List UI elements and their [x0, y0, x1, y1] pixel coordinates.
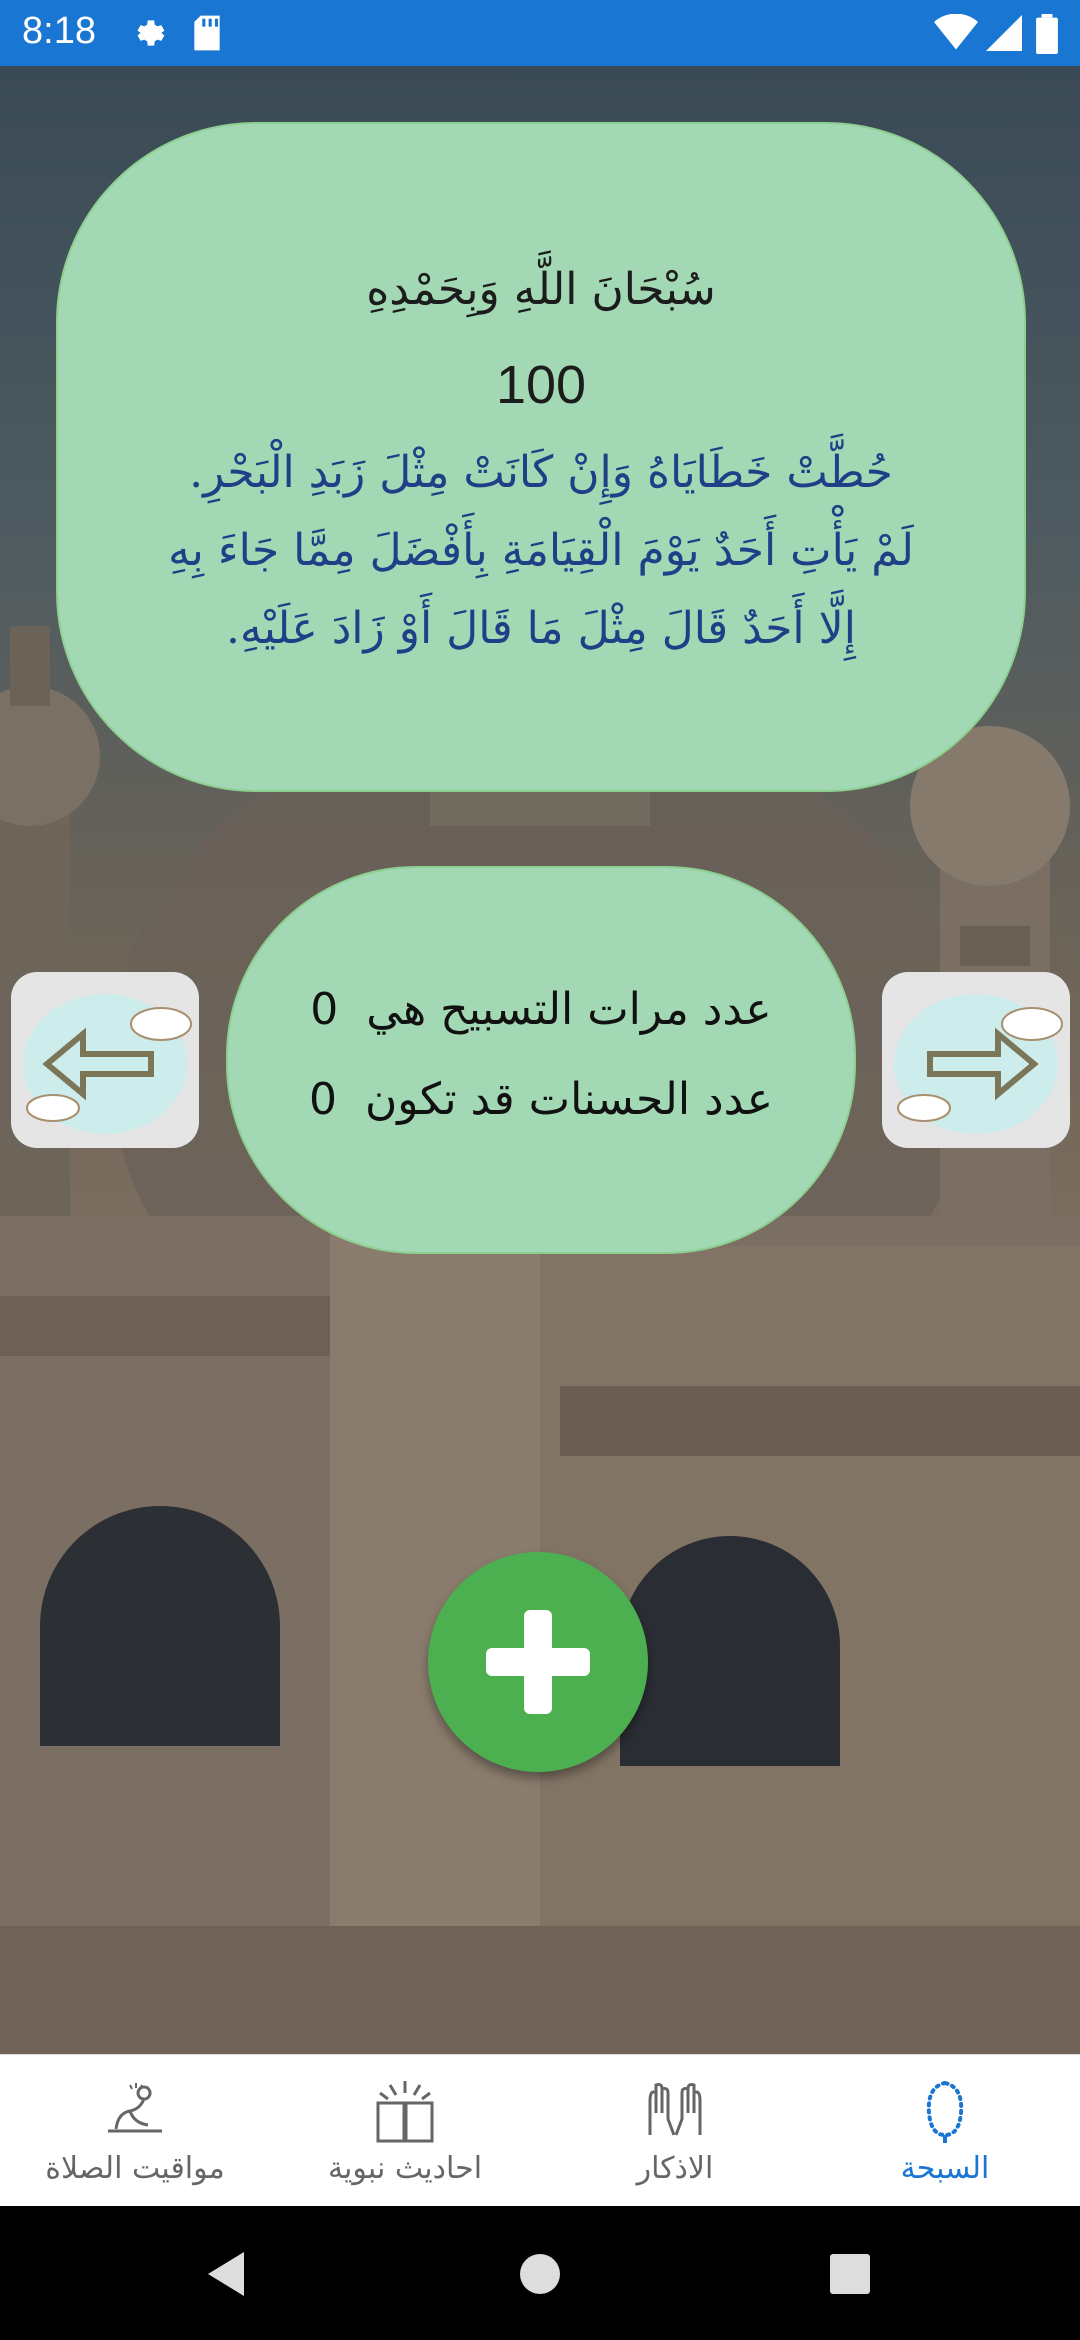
book-icon: [370, 2079, 440, 2149]
hasanat-count-row: عدد الحسنات قد تكون 0: [228, 1074, 854, 1125]
hasanat-count-label: عدد الحسنات قد تكون: [364, 1074, 773, 1125]
dhikr-target-count: 100: [495, 355, 587, 415]
add-count-button[interactable]: [428, 1552, 648, 1772]
dhikr-title: سُبْحَانَ اللَّهِ وَبِحَمْدِهِ: [366, 264, 716, 315]
dhikr-card: سُبْحَانَ اللَّهِ وَبِحَمْدِهِ 100 حُطَّ…: [56, 122, 1026, 792]
prayer-icon: [100, 2079, 170, 2143]
stats-card: عدد مرات التسبيح هي 0 عدد الحسنات قد تكو…: [226, 866, 856, 1254]
tasbeeh-count-label: عدد مرات التسبيح هي: [366, 984, 772, 1035]
previous-dhikr-button[interactable]: [11, 972, 199, 1148]
wifi-icon: [934, 13, 978, 56]
gear-icon: [128, 14, 166, 56]
status-bar: 8:18: [0, 0, 1080, 66]
next-dhikr-button[interactable]: [882, 972, 1070, 1148]
battery-icon: [1036, 14, 1058, 58]
arrow-left-icon: [23, 994, 192, 1134]
recents-icon[interactable]: [830, 2254, 870, 2298]
signal-icon: [986, 14, 1022, 56]
dhikr-virtue-text: حُطَّتْ خَطَايَاهُ وَإِنْ كَانَتْ مِثْلَ…: [168, 447, 914, 654]
nav-label-prayer-times: مواقيت الصلاة: [45, 2151, 225, 2186]
status-time: 8:18: [22, 10, 96, 52]
system-navigation-bar: [0, 2206, 1080, 2340]
back-icon[interactable]: [204, 2250, 248, 2302]
tasbeeh-count-value: 0: [310, 984, 339, 1035]
tasbeeh-count-row: عدد مرات التسبيح هي 0: [228, 984, 854, 1035]
sd-card-icon: [190, 14, 224, 56]
arrow-right-icon: [894, 994, 1063, 1134]
nav-label-tasbih: السبحة: [900, 2151, 990, 2186]
nav-item-hadiths[interactable]: احاديث نبوية: [270, 2055, 540, 2207]
nav-label-adhkar: الاذكار: [636, 2151, 714, 2186]
praying-hands-icon: [640, 2079, 710, 2143]
nav-item-tasbih[interactable]: السبحة: [810, 2055, 1080, 2207]
nav-label-hadiths: احاديث نبوية: [327, 2151, 483, 2186]
tasbih-icon: [917, 2079, 973, 2149]
bottom-navigation: مواقيت الصلاة احاديث نبوية الاذكار السبح…: [0, 2054, 1080, 2207]
nav-item-prayer-times[interactable]: مواقيت الصلاة: [0, 2055, 270, 2207]
home-icon[interactable]: [518, 2252, 562, 2300]
hasanat-count-value: 0: [308, 1074, 337, 1125]
nav-item-adhkar[interactable]: الاذكار: [540, 2055, 810, 2207]
